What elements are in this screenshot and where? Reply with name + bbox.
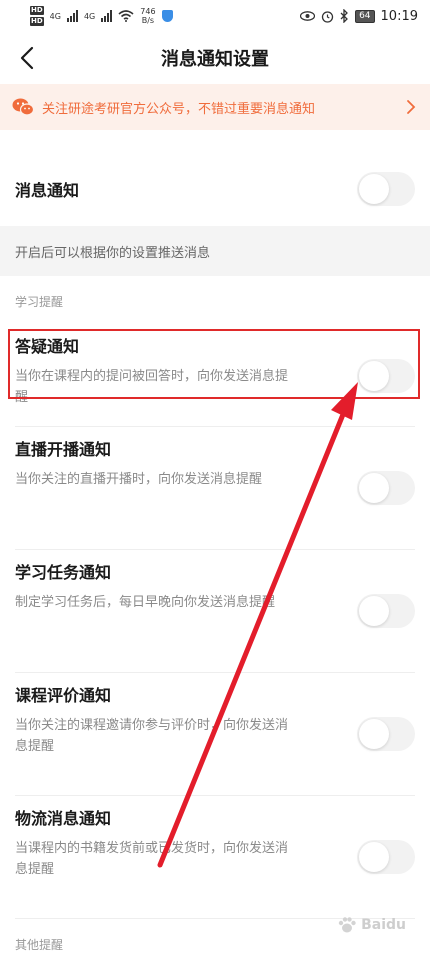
wechat-follow-banner[interactable]: 关注研途考研官方公众号，不错过重要消息通知: [0, 84, 430, 130]
notif-desc: 当课程内的书籍发货前或已发货时，向你发送消息提醒: [15, 841, 289, 877]
clock: 10:19: [380, 8, 418, 24]
notif-desc: 当你关注的课程邀请你参与评价时，向你发送消息提醒: [15, 718, 289, 754]
watermark-text: Baidu: [361, 917, 406, 933]
notif-item-review: 课程评价通知 当你关注的课程邀请你参与评价时，向你发送消息提醒: [0, 673, 430, 796]
signal-icon: [66, 10, 78, 22]
notif-item-task: 学习任务通知 制定学习任务后，每日早晚向你发送消息提醒: [0, 550, 430, 673]
toggle-knob: [359, 842, 389, 872]
notif-item-qa: 答疑通知 当你在课程内的提问被回答时，向你发送消息提醒: [0, 326, 430, 427]
back-button[interactable]: [12, 40, 42, 76]
hd-badge-2: HD: [30, 17, 44, 26]
net-speed: 746 B/s: [140, 7, 155, 25]
network-type-2: 4G: [84, 12, 95, 21]
qa-notification-toggle[interactable]: [357, 359, 415, 393]
task-notification-toggle[interactable]: [357, 594, 415, 628]
alarm-icon: [321, 10, 334, 23]
hd-badges: HD HD: [30, 5, 44, 27]
review-notification-toggle[interactable]: [357, 717, 415, 751]
page-title: 消息通知设置: [161, 49, 269, 70]
banner-text: 关注研途考研官方公众号，不错过重要消息通知: [42, 101, 316, 117]
network-type-label-2: 4G: [83, 11, 96, 21]
signal-icon-2: [101, 10, 113, 22]
notif-item-inner: 课程评价通知 当你关注的课程邀请你参与评价时，向你发送消息提醒: [15, 673, 415, 796]
shield-icon: [161, 10, 173, 22]
bluetooth-icon: [340, 9, 348, 23]
master-notification-toggle[interactable]: [357, 172, 415, 206]
study-section-label: 学习提醒: [0, 276, 430, 326]
toggle-knob: [359, 473, 389, 503]
live-notification-toggle[interactable]: [357, 471, 415, 505]
toggle-knob: [359, 596, 389, 626]
watermark: Baidu: [310, 908, 406, 942]
toggle-knob: [359, 719, 389, 749]
notif-title: 学习任务通知: [15, 563, 112, 582]
toggle-knob: [359, 361, 389, 391]
net-speed-unit: B/s: [141, 16, 155, 25]
notif-item-inner: 答疑通知 当你在课程内的提问被回答时，向你发送消息提醒: [15, 326, 415, 427]
wechat-icon: [12, 98, 34, 116]
notif-item-inner: 物流消息通知 当课程内的书籍发货前或已发货时，向你发送消息提醒: [15, 796, 415, 919]
eye-icon: [300, 11, 316, 21]
status-left: HD HD 4G 4G 746 B/s: [30, 5, 173, 27]
notif-desc: 当你在课程内的提问被回答时，向你发送消息提醒: [15, 369, 289, 405]
logistics-notification-toggle[interactable]: [357, 840, 415, 874]
notif-item-inner: 直播开播通知 当你关注的直播开播时，向你发送消息提醒: [15, 427, 415, 550]
chevron-right-icon: [407, 100, 416, 114]
notif-title: 课程评价通知: [15, 686, 112, 705]
master-notification-label: 消息通知: [15, 181, 80, 200]
wifi-icon: [118, 10, 134, 22]
notif-item-live: 直播开播通知 当你关注的直播开播时，向你发送消息提醒: [0, 427, 430, 550]
chevron-left-icon: [20, 46, 34, 70]
toggle-knob: [359, 174, 389, 204]
notif-title: 答疑通知: [15, 337, 80, 356]
notif-desc: 当你关注的直播开播时，向你发送消息提醒: [15, 472, 263, 487]
battery-indicator: 64: [355, 9, 375, 23]
notif-item-inner: 学习任务通知 制定学习任务后，每日早晚向你发送消息提醒: [15, 550, 415, 673]
notif-desc: 制定学习任务后，每日早晚向你发送消息提醒: [15, 595, 276, 610]
network-type-1: 4G: [50, 12, 61, 21]
master-notification-hint: 开启后可以根据你的设置推送消息: [0, 226, 430, 276]
status-right: 64 10:19: [300, 9, 418, 24]
status-bar: HD HD 4G 4G 746 B/s 64 10:19: [0, 0, 430, 32]
paw-icon: [338, 917, 356, 933]
hd-badge-1: HD: [30, 6, 44, 15]
net-speed-value: 746: [140, 7, 156, 16]
network-type-label-1: 4G: [49, 11, 61, 21]
notif-title: 直播开播通知: [15, 440, 112, 459]
spacer: [0, 130, 430, 152]
nav-header: 消息通知设置: [0, 32, 430, 84]
notif-item-logistics: 物流消息通知 当课程内的书籍发货前或已发货时，向你发送消息提醒: [0, 796, 430, 919]
notif-title: 物流消息通知: [15, 809, 112, 828]
master-notification-row: 消息通知: [0, 152, 430, 226]
